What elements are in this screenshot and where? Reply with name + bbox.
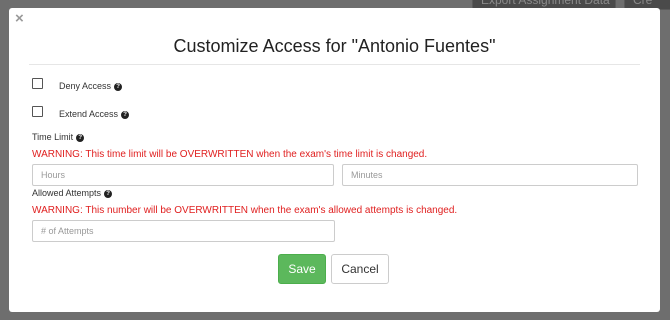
allowed-attempts-text: Allowed Attempts: [32, 188, 102, 198]
title-divider: [29, 64, 640, 65]
time-limit-warning: WARNING: This time limit will be OVERWRI…: [32, 149, 428, 160]
deny-access-row: Deny Access?: [32, 75, 123, 91]
time-limit-label: Time Limit?: [32, 132, 85, 142]
cancel-button[interactable]: Cancel: [331, 254, 389, 284]
extend-access-text: Extend Access: [59, 109, 119, 119]
customize-access-modal: × Customize Access for "Antonio Fuentes"…: [9, 8, 660, 312]
extend-access-label: Extend Access?: [59, 109, 130, 119]
close-icon[interactable]: ×: [15, 11, 24, 27]
help-icon[interactable]: ?: [121, 110, 130, 119]
extend-access-row: Extend Access?: [32, 103, 130, 119]
allowed-attempts-label: Allowed Attempts?: [32, 188, 113, 198]
modal-title: Customize Access for "Antonio Fuentes": [173, 36, 496, 56]
time-limit-text: Time Limit: [32, 132, 74, 142]
deny-access-label: Deny Access?: [59, 81, 123, 91]
attempts-input[interactable]: [32, 220, 335, 242]
extend-access-checkbox[interactable]: [32, 105, 43, 117]
allowed-attempts-warning: WARNING: This number will be OVERWRITTEN…: [32, 205, 458, 216]
deny-access-checkbox[interactable]: [32, 77, 43, 89]
help-icon[interactable]: ?: [76, 133, 85, 142]
minutes-input[interactable]: [342, 164, 638, 186]
help-icon[interactable]: ?: [114, 82, 123, 91]
save-button[interactable]: Save: [278, 254, 326, 284]
deny-access-text: Deny Access: [59, 81, 112, 91]
hours-input[interactable]: [32, 164, 334, 186]
help-icon[interactable]: ?: [104, 189, 113, 198]
